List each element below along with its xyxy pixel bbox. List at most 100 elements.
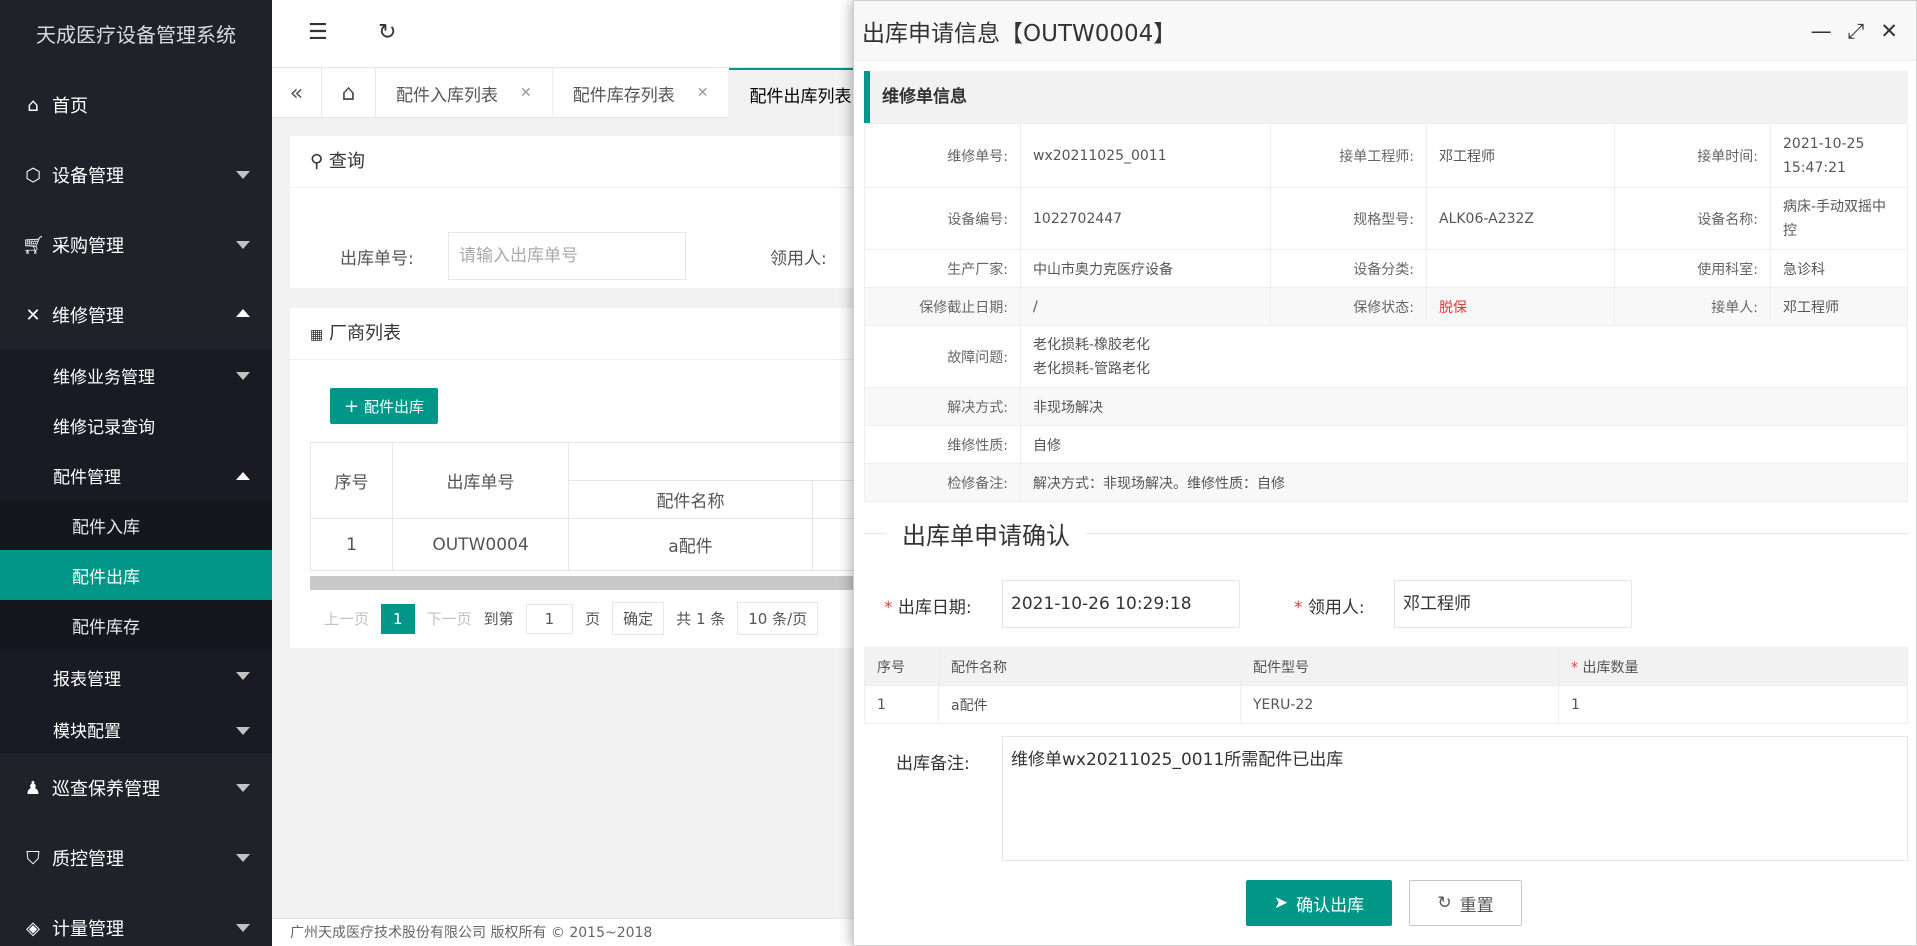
tab-label: 配件库存列表 <box>572 85 675 106</box>
sidebar-item-parts-stock[interactable]: 配件库存 <box>0 600 272 650</box>
col-qty-label: 出库数量 <box>1582 659 1639 676</box>
current-page[interactable]: 1 <box>381 603 415 634</box>
sidebar-item-parts-inbound[interactable]: 配件入库 <box>0 500 272 550</box>
close-icon[interactable]: ✕ <box>520 85 532 101</box>
fault-item: 老化损耗-橡胶老化 <box>1033 336 1151 353</box>
chevron-down-icon <box>236 372 250 380</box>
sidebar-item-metrology[interactable]: ◈ 计量管理 <box>0 893 272 946</box>
confirm-outbound-button[interactable]: ➤ 确认出库 <box>1246 880 1392 926</box>
prev-page[interactable]: 上一页 <box>324 608 369 629</box>
tab-scroll-left-icon[interactable]: « <box>272 68 322 118</box>
per-page-select[interactable]: 10 条/页 <box>737 602 819 635</box>
category-value <box>1426 249 1615 288</box>
sidebar-item-label: 质控管理 <box>52 849 124 870</box>
col-part-model: 配件型号 <box>1240 647 1559 686</box>
chevron-down-icon <box>236 727 250 735</box>
tab-parts-stock-list[interactable]: 配件库存列表 ✕ <box>553 68 730 118</box>
sidebar-item-label: 报表管理 <box>53 670 121 690</box>
sidebar-item-quality[interactable]: ⛉ 质控管理 <box>0 823 272 893</box>
sidebar-item-inspection[interactable]: ♟ 巡查保养管理 <box>0 753 272 823</box>
goto-input[interactable]: 1 <box>525 603 574 634</box>
table-row[interactable]: 1 a配件 YERU-22 1 <box>864 685 1908 724</box>
warranty-end-label: 保修截止日期: <box>864 287 1021 326</box>
sidebar-item-modules[interactable]: 模块配置 <box>0 705 272 753</box>
sidebar-item-label: 采购管理 <box>52 236 124 257</box>
sidebar: 天成医疗设备管理系统 ⌂ 首页 ⬡ 设备管理 🛒︎ 采购管理 ✕ 维修管理 维修… <box>0 0 272 946</box>
parts-submenu: 配件入库 配件出库 配件库存 <box>0 500 272 650</box>
outbound-date-input[interactable]: 2021-10-26 10:29:18 <box>1002 580 1240 628</box>
dept-value: 急诊科 <box>1770 249 1908 288</box>
search-icon: ⚲ <box>310 151 324 172</box>
sidebar-item-parts-outbound[interactable]: 配件出库 <box>0 550 272 600</box>
dialog-body: 维修单信息 维修单号: wx20211025_0011 接单工程师: 邓工程师 … <box>864 71 1908 558</box>
sidebar-item-label: 模块配置 <box>53 721 121 742</box>
horizontal-scrollbar[interactable] <box>310 576 910 590</box>
outbound-date-label-text: 出库日期: <box>897 598 972 618</box>
device-name-value: 病床-手动双摇中控 <box>1770 187 1908 250</box>
refresh-icon[interactable]: ↻ <box>378 20 396 45</box>
close-icon[interactable]: ✕ <box>1880 19 1898 44</box>
outbound-no-input[interactable]: 请输入出库单号 <box>448 232 686 280</box>
maker-label: 生产厂家: <box>864 249 1021 288</box>
query-title: 查询 <box>328 151 365 172</box>
receiver-field-label: * 领用人: <box>1294 593 1365 618</box>
dept-label: 使用科室: <box>1614 249 1771 288</box>
goto-label: 到第 <box>483 610 514 628</box>
warranty-end-value: / <box>1020 287 1271 326</box>
cell-qty[interactable]: 1 <box>1558 685 1908 724</box>
outbound-dialog: 出库申请信息【OUTW0004】 — ⤢ ✕ 维修单信息 维修单号: wx202… <box>853 0 1917 946</box>
receiver-field-input[interactable]: 邓工程师 <box>1394 580 1632 628</box>
shield-icon: ⛉ <box>26 847 40 869</box>
add-outbound-button[interactable]: + 配件出库 <box>330 388 438 424</box>
model-label: 规格型号: <box>1270 187 1427 250</box>
metrology-icon: ◈ <box>26 917 40 939</box>
sidebar-item-reports[interactable]: 报表管理 <box>0 650 272 705</box>
query-card: ⚲ 查询 出库单号: 请输入出库单号 领用人: 全 <box>290 136 916 288</box>
reset-label: 重置 <box>1459 895 1494 916</box>
next-page[interactable]: 下一页 <box>427 608 472 629</box>
tab-parts-inbound-list[interactable]: 配件入库列表 ✕ <box>376 68 553 118</box>
col-qty: * 出库数量 <box>1558 647 1908 686</box>
repair-info-table: 维修单号: wx20211025_0011 接单工程师: 邓工程师 接单时间: … <box>864 123 1908 502</box>
repair-no-value: wx20211025_0011 <box>1020 123 1271 188</box>
goto-confirm-button[interactable]: 确定 <box>612 602 665 635</box>
list-card: ▦ 厂商列表 + 配件出库 序号 出库单号 配件出 配件名称 1 OUTW000… <box>290 308 910 648</box>
cell-part-model: YERU-22 <box>1240 685 1559 724</box>
tab-parts-outbound-list[interactable]: 配件出库列表 <box>729 68 873 118</box>
model-value: ALK06-A232Z <box>1426 187 1615 250</box>
sidebar-item-repair-records[interactable]: 维修记录查询 <box>0 400 272 450</box>
outbound-remark-textarea[interactable]: 维修单wx20211025_0011所需配件已出库 <box>1002 736 1908 861</box>
required-mark: * <box>884 598 893 618</box>
tools-icon: ✕ <box>25 304 41 326</box>
cart-icon: 🛒︎ <box>22 234 45 256</box>
sidebar-item-devices[interactable]: ⬡ 设备管理 <box>0 140 272 210</box>
warranty-status-value: 脱保 <box>1426 287 1615 326</box>
required-mark: * <box>1571 659 1578 676</box>
sidebar-item-parts[interactable]: 配件管理 <box>0 450 272 500</box>
chevron-up-icon <box>236 309 250 317</box>
tab-home-icon[interactable]: ⌂ <box>322 68 376 118</box>
required-mark: * <box>1294 598 1303 618</box>
confirm-outbound-label: 确认出库 <box>1296 895 1365 916</box>
sidebar-item-label: 巡查保养管理 <box>52 779 160 800</box>
menu-toggle-icon[interactable]: ☰ <box>308 20 328 45</box>
app-logo: 天成医疗设备管理系统 <box>0 0 272 70</box>
sidebar-item-home[interactable]: ⌂ 首页 <box>0 70 272 140</box>
sidebar-item-repair[interactable]: ✕ 维修管理 <box>0 280 272 350</box>
close-icon[interactable]: ✕ <box>697 85 709 101</box>
reset-button[interactable]: ↻ 重置 <box>1409 880 1522 926</box>
warranty-status-label: 保修状态: <box>1270 287 1427 326</box>
remark-label: 检修备注: <box>864 463 1021 502</box>
outbound-date-label: * 出库日期: <box>884 593 972 618</box>
col-outbound-no: 出库单号 <box>392 442 569 519</box>
table-row[interactable]: 1 OUTW0004 a配件 <box>310 518 910 571</box>
minimize-icon[interactable]: — <box>1811 19 1832 44</box>
maximize-icon[interactable]: ⤢ <box>1848 19 1865 44</box>
sidebar-item-label: 维修管理 <box>52 306 124 327</box>
solution-label: 解决方式: <box>864 387 1021 426</box>
chevron-up-icon <box>236 472 250 480</box>
receiver-field-label-text: 领用人: <box>1307 598 1365 618</box>
sidebar-item-repair-business[interactable]: 维修业务管理 <box>0 350 272 400</box>
sidebar-item-purchase[interactable]: 🛒︎ 采购管理 <box>0 210 272 280</box>
dialog-controls: — ⤢ ✕ <box>1811 19 1898 44</box>
